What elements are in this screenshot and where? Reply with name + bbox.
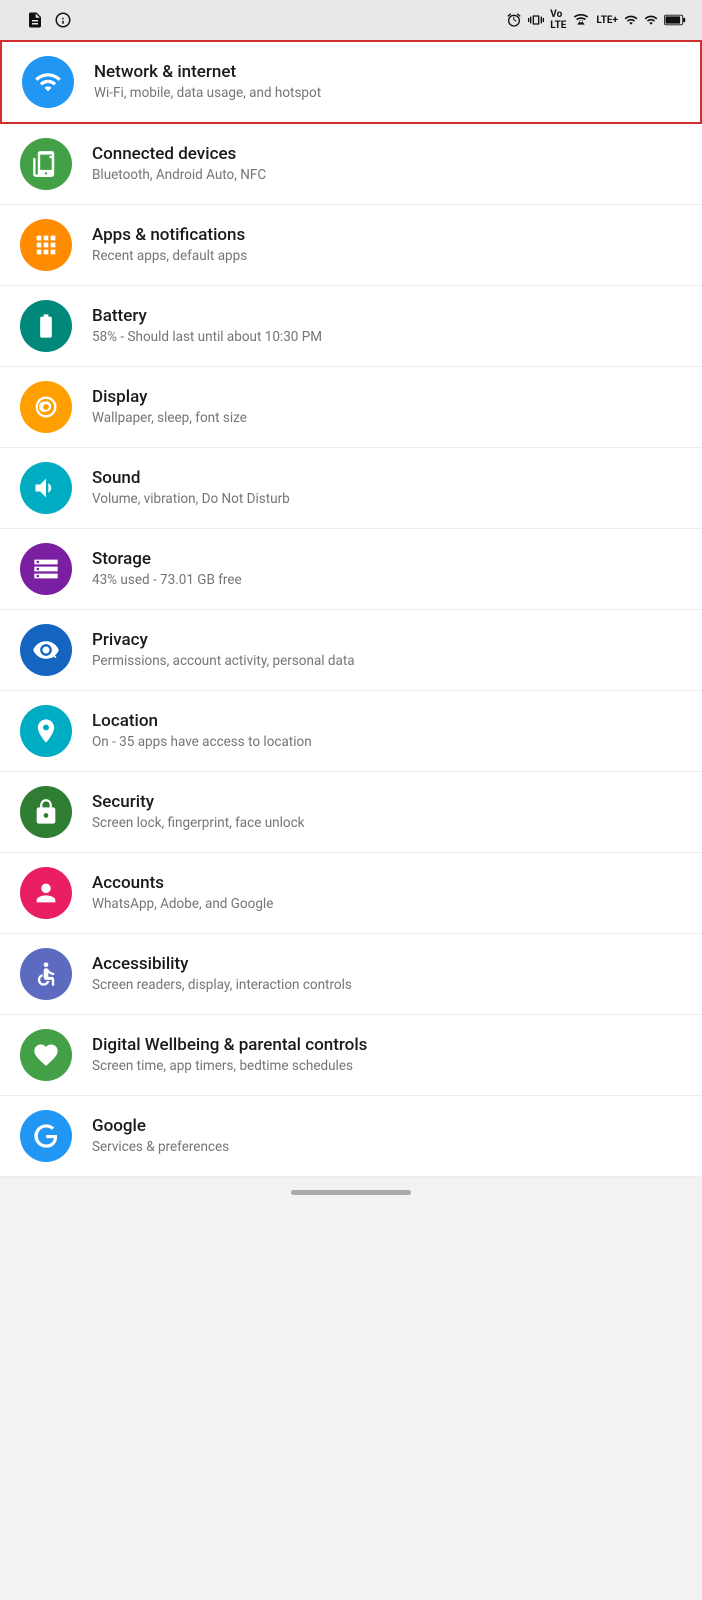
privacy-text: Privacy Permissions, account activity, p… (92, 629, 355, 671)
display-subtitle: Wallpaper, sleep, font size (92, 410, 247, 428)
apps-notifications-title: Apps & notifications (92, 224, 247, 246)
security-text: Security Screen lock, fingerprint, face … (92, 791, 305, 833)
digital-wellbeing-text: Digital Wellbeing & parental controls Sc… (92, 1034, 367, 1076)
settings-item-network[interactable]: Network & internet Wi-Fi, mobile, data u… (0, 40, 702, 124)
battery-icon-circle (20, 300, 72, 352)
network-icon-circle (22, 56, 74, 108)
sound-text: Sound Volume, vibration, Do Not Disturb (92, 467, 290, 509)
sound-subtitle: Volume, vibration, Do Not Disturb (92, 491, 290, 509)
settings-item-security[interactable]: Security Screen lock, fingerprint, face … (0, 772, 702, 853)
shazam-icon (54, 11, 72, 29)
location-title: Location (92, 710, 312, 732)
storage-subtitle: 43% used - 73.01 GB free (92, 572, 242, 590)
signal1-icon (624, 12, 638, 28)
sound-icon-circle (20, 462, 72, 514)
storage-text: Storage 43% used - 73.01 GB free (92, 548, 242, 590)
battery-text: Battery 58% - Should last until about 10… (92, 305, 322, 347)
apps-notifications-icon-circle (20, 219, 72, 271)
accessibility-title: Accessibility (92, 953, 352, 975)
notification-icon (26, 11, 44, 29)
storage-title: Storage (92, 548, 242, 570)
accessibility-icon-circle (20, 948, 72, 1000)
accessibility-subtitle: Screen readers, display, interaction con… (92, 977, 352, 995)
battery-subtitle: 58% - Should last until about 10:30 PM (92, 329, 322, 347)
accounts-icon-circle (20, 867, 72, 919)
network-subtitle: Wi-Fi, mobile, data usage, and hotspot (94, 85, 321, 103)
settings-item-connected-devices[interactable]: Connected devices Bluetooth, Android Aut… (0, 124, 702, 205)
storage-icon-circle (20, 543, 72, 595)
digital-wellbeing-icon-circle (20, 1029, 72, 1081)
security-title: Security (92, 791, 305, 813)
settings-item-accounts[interactable]: Accounts WhatsApp, Adobe, and Google (0, 853, 702, 934)
settings-item-accessibility[interactable]: Accessibility Screen readers, display, i… (0, 934, 702, 1015)
google-subtitle: Services & preferences (92, 1139, 229, 1157)
settings-item-digital-wellbeing[interactable]: Digital Wellbeing & parental controls Sc… (0, 1015, 702, 1096)
connected-devices-title: Connected devices (92, 143, 266, 165)
battery-icon (664, 13, 686, 27)
network-text: Network & internet Wi-Fi, mobile, data u… (94, 61, 321, 103)
settings-item-display[interactable]: Display Wallpaper, sleep, font size (0, 367, 702, 448)
location-subtitle: On - 35 apps have access to location (92, 734, 312, 752)
lte-icon: LTE+ (596, 15, 618, 26)
connected-devices-text: Connected devices Bluetooth, Android Aut… (92, 143, 266, 185)
settings-item-apps-notifications[interactable]: Apps & notifications Recent apps, defaul… (0, 205, 702, 286)
privacy-title: Privacy (92, 629, 355, 651)
accounts-text: Accounts WhatsApp, Adobe, and Google (92, 872, 273, 914)
google-title: Google (92, 1115, 229, 1137)
settings-item-battery[interactable]: Battery 58% - Should last until about 10… (0, 286, 702, 367)
nav-handle-bar (291, 1190, 411, 1195)
signal2-icon (644, 12, 658, 28)
settings-item-sound[interactable]: Sound Volume, vibration, Do Not Disturb (0, 448, 702, 529)
wifi-calling-icon (572, 12, 590, 28)
accounts-title: Accounts (92, 872, 273, 894)
privacy-icon-circle (20, 624, 72, 676)
connected-devices-icon-circle (20, 138, 72, 190)
location-icon-circle (20, 705, 72, 757)
apps-notifications-text: Apps & notifications Recent apps, defaul… (92, 224, 247, 266)
security-subtitle: Screen lock, fingerprint, face unlock (92, 815, 305, 833)
settings-item-storage[interactable]: Storage 43% used - 73.01 GB free (0, 529, 702, 610)
display-icon-circle (20, 381, 72, 433)
settings-item-privacy[interactable]: Privacy Permissions, account activity, p… (0, 610, 702, 691)
settings-list: Network & internet Wi-Fi, mobile, data u… (0, 40, 702, 1177)
security-icon-circle (20, 786, 72, 838)
connected-devices-subtitle: Bluetooth, Android Auto, NFC (92, 167, 266, 185)
settings-item-location[interactable]: Location On - 35 apps have access to loc… (0, 691, 702, 772)
google-text: Google Services & preferences (92, 1115, 229, 1157)
google-icon-circle (20, 1110, 72, 1162)
display-text: Display Wallpaper, sleep, font size (92, 386, 247, 428)
status-right: VoLTE LTE+ (506, 9, 686, 31)
status-left (16, 11, 72, 29)
privacy-subtitle: Permissions, account activity, personal … (92, 653, 355, 671)
accounts-subtitle: WhatsApp, Adobe, and Google (92, 896, 273, 914)
vibrate-icon (528, 12, 544, 28)
settings-item-google[interactable]: Google Services & preferences (0, 1096, 702, 1177)
status-bar: VoLTE LTE+ (0, 0, 702, 40)
accessibility-text: Accessibility Screen readers, display, i… (92, 953, 352, 995)
display-title: Display (92, 386, 247, 408)
alarm-icon (506, 12, 522, 28)
battery-title: Battery (92, 305, 322, 327)
apps-notifications-subtitle: Recent apps, default apps (92, 248, 247, 266)
location-text: Location On - 35 apps have access to loc… (92, 710, 312, 752)
network-title: Network & internet (94, 61, 321, 83)
digital-wellbeing-subtitle: Screen time, app timers, bedtime schedul… (92, 1058, 367, 1076)
volte-icon: VoLTE (550, 9, 566, 31)
sound-title: Sound (92, 467, 290, 489)
nav-handle (0, 1177, 702, 1207)
digital-wellbeing-title: Digital Wellbeing & parental controls (92, 1034, 367, 1056)
